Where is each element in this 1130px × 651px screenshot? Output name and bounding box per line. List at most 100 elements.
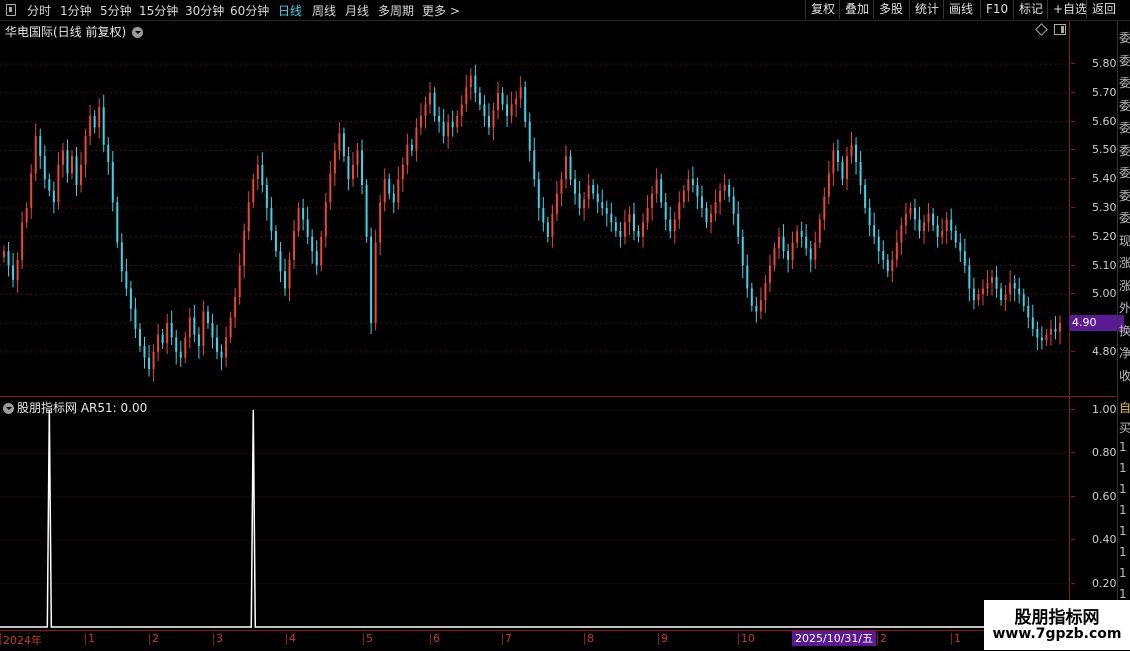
- overlay-button[interactable]: 叠加: [839, 0, 874, 19]
- candle: [89, 105, 92, 146]
- candle: [764, 275, 767, 313]
- candle-body: [61, 150, 64, 165]
- tab-5min[interactable]: 5分钟: [100, 2, 132, 19]
- candle: [374, 229, 377, 331]
- quote-panel-label: 现: [1119, 233, 1130, 248]
- candle-body: [619, 231, 622, 237]
- candle: [574, 170, 577, 205]
- indicator-name: 股朋指标网: [17, 401, 78, 415]
- candle: [972, 277, 975, 310]
- back-button[interactable]: 返回: [1086, 0, 1121, 19]
- tab-30min[interactable]: 30分钟: [185, 2, 224, 19]
- candle: [995, 266, 998, 298]
- candle-body: [719, 190, 722, 203]
- candle: [43, 145, 46, 189]
- candle: [909, 202, 912, 220]
- indicator-chart[interactable]: 股朋指标网 AR51: 0.00: [0, 397, 1068, 629]
- candle-body: [882, 251, 885, 260]
- tab-fenshi[interactable]: 分时: [27, 2, 51, 19]
- title-dropdown-icon[interactable]: [132, 27, 144, 38]
- candlestick-chart[interactable]: 华电国际(日线 前复权): [0, 21, 1068, 395]
- candle-body: [945, 219, 948, 232]
- multi-stock-button[interactable]: 多股: [873, 0, 908, 19]
- candle-body: [410, 144, 413, 151]
- menu-icon[interactable]: [6, 4, 16, 16]
- candle-body: [460, 104, 463, 116]
- candle: [651, 186, 654, 221]
- candle-body: [478, 92, 481, 105]
- candle: [30, 164, 33, 219]
- adjust-button[interactable]: 复权: [805, 0, 840, 19]
- candle: [7, 241, 10, 277]
- candle: [895, 229, 898, 268]
- candle: [419, 103, 422, 135]
- panel-toggle-icon[interactable]: [1054, 24, 1066, 35]
- candle: [578, 180, 581, 216]
- indicator-svg: [0, 409, 1068, 628]
- candle: [293, 220, 296, 269]
- indicator-dropdown-icon[interactable]: [3, 403, 14, 414]
- candle: [977, 288, 980, 306]
- tab-multi-period[interactable]: 多周期: [378, 2, 414, 19]
- candle: [338, 122, 341, 160]
- candle-body: [832, 150, 835, 174]
- candle-body: [383, 179, 386, 203]
- candle-body: [805, 236, 808, 249]
- candle: [61, 142, 64, 178]
- date-tick: 3: [213, 632, 223, 645]
- date-tick: 4: [286, 632, 296, 645]
- candle-body: [519, 87, 522, 99]
- candle-body: [741, 236, 744, 266]
- candle: [25, 202, 28, 229]
- candle-body: [537, 179, 540, 208]
- candle-body: [691, 179, 694, 185]
- candle-body: [243, 231, 246, 266]
- candle: [361, 139, 364, 195]
- candle-body: [587, 184, 590, 200]
- candle-body: [419, 115, 422, 128]
- quote-panel-value: 1: [1119, 461, 1127, 475]
- candle: [184, 331, 187, 364]
- stats-button[interactable]: 统计: [909, 0, 944, 19]
- candle-body: [660, 179, 663, 203]
- candle-body: [197, 334, 200, 347]
- quote-panel-label: 委: [1119, 98, 1130, 113]
- candle-body: [202, 311, 205, 347]
- candle: [787, 243, 790, 273]
- candle: [220, 344, 223, 371]
- candle: [886, 254, 889, 278]
- candle-body: [954, 231, 957, 243]
- candle-body: [564, 156, 567, 180]
- candle: [891, 250, 894, 283]
- tab-more[interactable]: 更多 >: [422, 2, 460, 19]
- tab-daily[interactable]: 日线: [278, 2, 302, 19]
- watermark: 股朋指标网 www.7gpzb.com: [984, 600, 1130, 650]
- candle-body: [501, 92, 504, 105]
- candle: [773, 242, 776, 272]
- draw-line-button[interactable]: 画线: [943, 0, 978, 19]
- f10-button[interactable]: F10: [980, 0, 1013, 19]
- candle: [252, 173, 255, 208]
- candle: [619, 221, 622, 248]
- mark-button[interactable]: 标记: [1013, 0, 1048, 19]
- candle: [243, 223, 246, 279]
- candle-body: [120, 242, 123, 272]
- tab-60min[interactable]: 60分钟: [230, 2, 269, 19]
- candle: [98, 98, 101, 139]
- quote-panel-value: 1: [1119, 524, 1127, 538]
- candle-body: [877, 236, 880, 252]
- tab-weekly[interactable]: 周线: [312, 2, 336, 19]
- tab-15min[interactable]: 15分钟: [139, 2, 178, 19]
- candle-body: [206, 311, 209, 324]
- candle: [324, 193, 327, 248]
- candle-body: [116, 202, 119, 243]
- candle-body: [170, 323, 173, 338]
- candle-body: [778, 236, 781, 249]
- tab-monthly[interactable]: 月线: [345, 2, 369, 19]
- candle: [193, 304, 196, 343]
- candle-body: [107, 144, 110, 162]
- tab-1min[interactable]: 1分钟: [60, 2, 92, 19]
- candle: [782, 224, 785, 259]
- candle: [927, 202, 930, 232]
- candle: [166, 313, 169, 355]
